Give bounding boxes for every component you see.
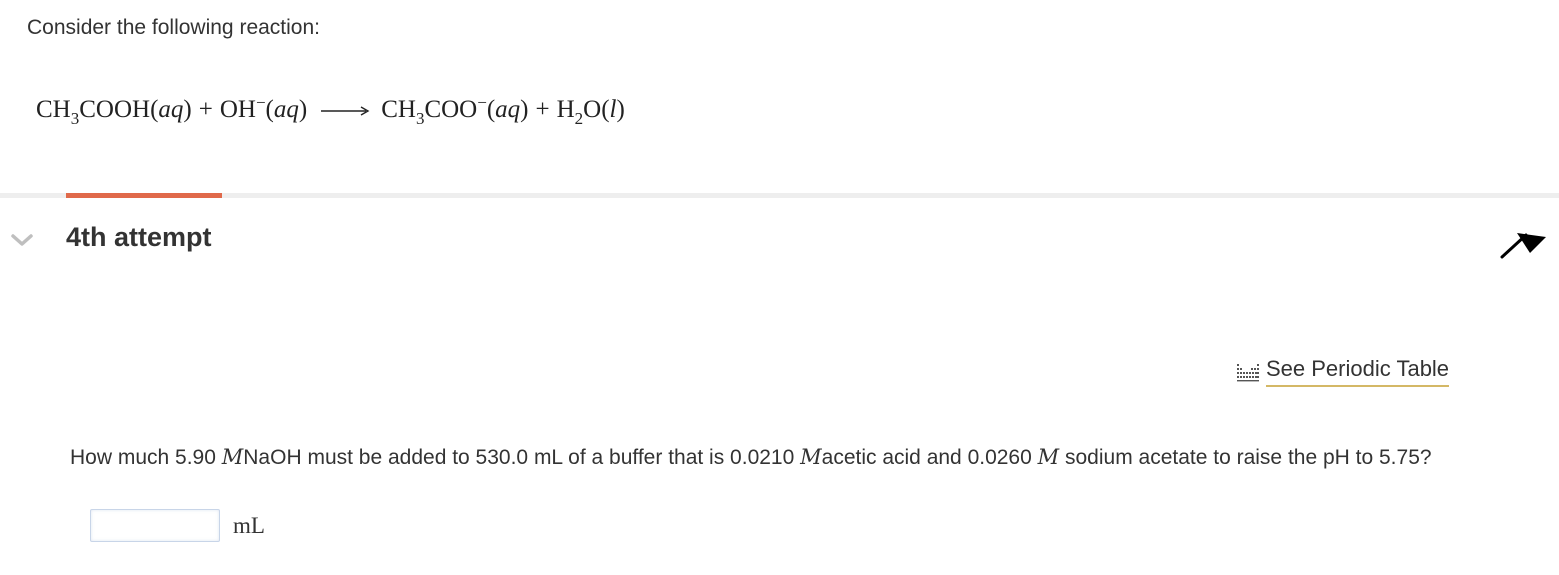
answer-unit: mL (233, 512, 265, 538)
chemical-equation: CH3COOH(aq) + OH−(aq) CH3COO−(aq) + H2O(… (36, 93, 625, 128)
molarity-unit: M (1037, 445, 1060, 469)
attempt-progress-track (0, 193, 1559, 198)
reaction-arrow-icon (321, 106, 370, 116)
answer-row: mL (90, 509, 265, 542)
chevron-down-icon[interactable] (10, 232, 34, 248)
periodic-table-label[interactable]: See Periodic Table (1266, 356, 1450, 387)
molarity-unit: M (221, 445, 244, 469)
see-periodic-table-link[interactable]: See Periodic Table (1236, 356, 1450, 387)
periodic-table-icon (1237, 363, 1259, 381)
attempt-title: 4th attempt (66, 222, 212, 252)
reactant-hydroxide: OH−(aq) (219, 93, 308, 123)
question-text: How much 5.90 MNaOH must be added to 530… (70, 445, 1432, 469)
reactant-acetic-acid: CH3COOH(aq) (36, 96, 192, 128)
answer-input[interactable] (90, 509, 220, 542)
product-acetate: CH3COO−(aq) (381, 93, 529, 128)
product-water: H2O(l) (556, 96, 625, 128)
intro-text: Consider the following reaction: (27, 16, 320, 39)
plus-sign: + (198, 96, 213, 123)
molarity-unit: M (800, 445, 822, 469)
flag-icon[interactable] (1499, 221, 1549, 261)
plus-sign: + (535, 96, 550, 123)
attempt-progress-bar (66, 193, 222, 198)
